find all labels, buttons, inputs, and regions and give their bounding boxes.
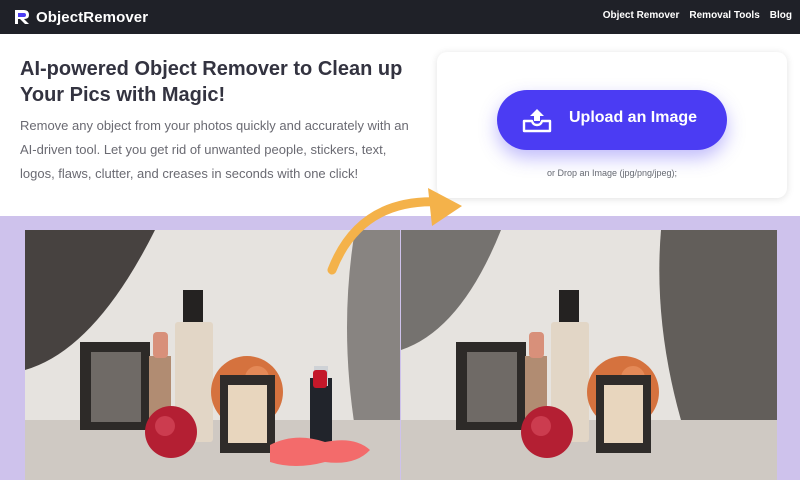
top-navigation-bar: ObjectRemover Object Remover Removal Too…: [0, 0, 800, 34]
main-nav: Object Remover Removal Tools Blog: [603, 10, 792, 21]
brand-logo[interactable]: ObjectRemover: [12, 6, 148, 28]
drop-hint: or Drop an Image (jpg/png/jpeg);: [546, 168, 678, 178]
upload-card: Upload an Image or Drop an Image (jpg/pn…: [437, 52, 787, 198]
logo-icon: [15, 10, 29, 24]
tray-upload-icon: [522, 109, 552, 133]
upload-image-button[interactable]: Upload an Image: [497, 90, 727, 150]
curved-arrow-icon: [327, 188, 462, 275]
page-description: Remove any object from your photos quick…: [20, 118, 409, 181]
page-title: AI-powered Object Remover to Clean up Yo…: [20, 58, 403, 106]
brand-name: ObjectRemover: [36, 8, 149, 26]
nav-removal-tools[interactable]: Removal Tools: [689, 10, 759, 21]
nav-object-remover[interactable]: Object Remover: [603, 10, 680, 21]
nav-blog[interactable]: Blog: [770, 10, 792, 21]
upload-button-label: Upload an Image: [569, 109, 698, 126]
